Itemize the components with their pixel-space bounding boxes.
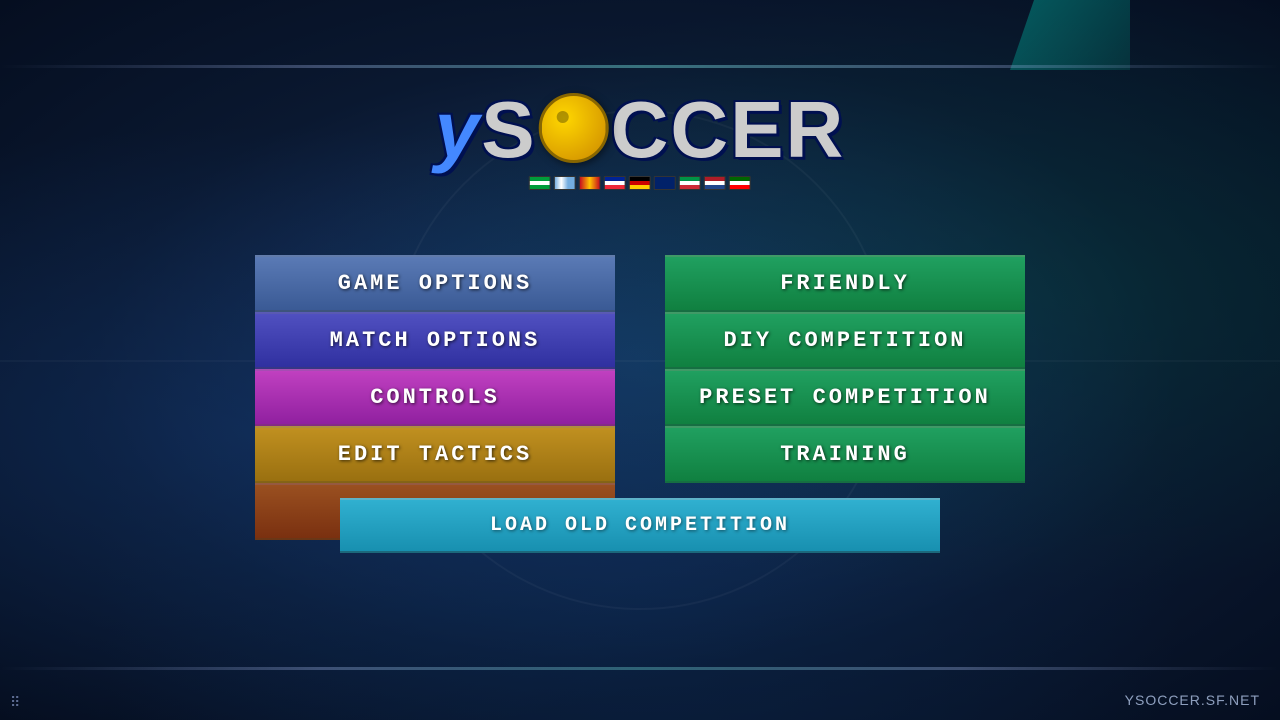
chrome-bar-bottom [0,667,1280,670]
flag-br [529,176,551,190]
game-options-button[interactable]: GAME OPTIONS [255,255,615,312]
logo-container: ySCCER [435,90,846,190]
logo-cer: CCER [611,85,846,174]
controls-button[interactable]: CONTROLS [255,369,615,426]
load-btn-container: LOAD OLD COMPETITION [340,498,940,553]
flag-gb [654,176,676,190]
flag-ar [554,176,576,190]
edit-tactics-button[interactable]: EDIT TACTICS [255,426,615,483]
bottom-icons: ⠿ [10,695,20,712]
diy-competition-button[interactable]: DIY COMPETITION [665,312,1025,369]
preset-competition-button[interactable]: PRESET COMPETITION [665,369,1025,426]
match-options-button[interactable]: MATCH OPTIONS [255,312,615,369]
logo-ball [539,93,609,163]
flag-it [679,176,701,190]
friendly-button[interactable]: FRIENDLY [665,255,1025,312]
watermark: YSOCCER.SF.NET [1125,692,1260,708]
flag-es [579,176,601,190]
flag-nl [704,176,726,190]
logo-s: S [481,85,536,174]
flag-pt [729,176,751,190]
flag-de [629,176,651,190]
load-old-competition-button[interactable]: LOAD OLD COMPETITION [340,498,940,553]
logo-y: y [435,85,482,174]
chrome-bar-top [0,65,1280,68]
training-button[interactable]: TRAINING [665,426,1025,483]
flags-strip [435,176,846,190]
flag-fr [604,176,626,190]
logo: ySCCER [435,90,846,171]
